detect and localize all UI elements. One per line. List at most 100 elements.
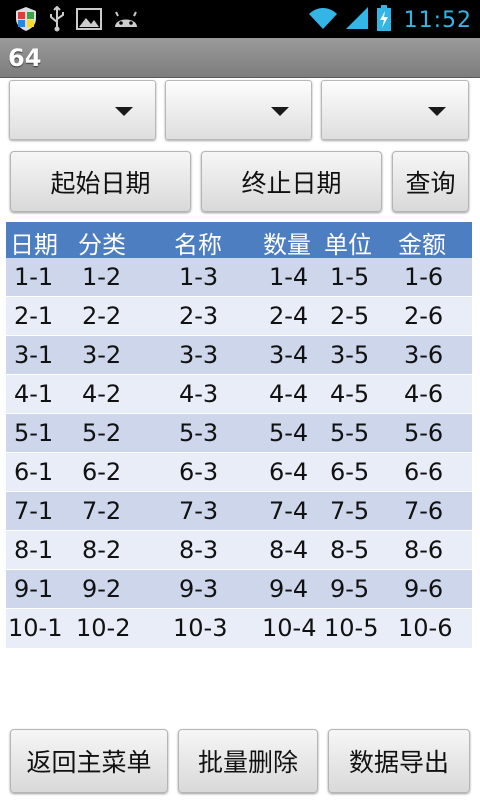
cell-name: 6-3 (179, 458, 219, 486)
cell-name: 8-3 (179, 536, 219, 564)
cell-date: 6-1 (14, 458, 54, 486)
cell-name: 10-3 (173, 614, 228, 642)
cell-name: 3-3 (179, 341, 219, 369)
cell-category: 10-2 (76, 614, 131, 642)
cell-category: 6-2 (82, 458, 122, 486)
cell-category: 9-2 (82, 575, 122, 603)
header-category: 分类 (78, 231, 126, 259)
cell-date: 7-1 (14, 497, 54, 525)
cell-category: 4-2 (82, 380, 122, 408)
cell-category: 3-2 (82, 341, 122, 369)
filter-spinner-1[interactable] (9, 80, 156, 140)
cell-unit: 6-5 (330, 458, 370, 486)
header-unit: 单位 (324, 231, 372, 259)
table-row[interactable]: 4-1 4-2 4-3 4-4 4-5 4-6 (6, 375, 472, 414)
cell-quantity: 2-4 (269, 302, 309, 330)
cell-date: 5-1 (14, 419, 54, 447)
end-date-button[interactable]: 终止日期 (201, 151, 382, 212)
signal-icon (344, 5, 370, 35)
cell-category: 5-2 (82, 419, 122, 447)
filter-spinner-2[interactable] (165, 80, 312, 140)
header-date: 日期 (10, 231, 58, 259)
table-row[interactable]: 3-1 3-2 3-3 3-4 3-5 3-6 (6, 336, 472, 375)
cell-quantity: 4-4 (269, 380, 309, 408)
cell-category: 1-2 (82, 263, 122, 291)
header-quantity: 数量 (263, 231, 311, 259)
cell-date: 3-1 (14, 341, 54, 369)
cell-amount: 9-6 (404, 575, 444, 603)
cell-unit: 4-5 (330, 380, 370, 408)
cell-category: 2-2 (82, 302, 122, 330)
cell-quantity: 8-4 (269, 536, 309, 564)
cell-category: 7-2 (82, 497, 122, 525)
table-row[interactable]: 5-1 5-2 5-3 5-4 5-5 5-6 (6, 414, 472, 453)
cell-name: 1-3 (179, 263, 219, 291)
cell-quantity: 1-4 (269, 263, 309, 291)
cell-quantity: 9-4 (269, 575, 309, 603)
title-bar: 64 (0, 38, 480, 78)
usb-icon (48, 5, 66, 36)
table-row[interactable]: 9-1 9-2 9-3 9-4 9-5 9-6 (6, 570, 472, 609)
cell-name: 5-3 (179, 419, 219, 447)
table-row[interactable]: 1-1 1-2 1-3 1-4 1-5 1-6 (6, 258, 472, 297)
batch-delete-button[interactable]: 批量删除 (178, 729, 318, 793)
cell-quantity: 10-4 (262, 614, 317, 642)
table-header: 日期 分类 名称 数量 单位 金额 (6, 222, 472, 259)
cell-amount: 3-6 (404, 341, 444, 369)
data-table: 日期 分类 名称 数量 单位 金额 1-1 1-2 1-3 1-4 1-5 1-… (6, 222, 472, 648)
table-row[interactable]: 6-1 6-2 6-3 6-4 6-5 6-6 (6, 453, 472, 492)
start-date-button[interactable]: 起始日期 (10, 151, 191, 212)
cell-date: 2-1 (14, 302, 54, 330)
cell-name: 4-3 (179, 380, 219, 408)
android-icon (112, 7, 140, 35)
app-title: 64 (8, 44, 42, 72)
table-row[interactable]: 10-1 10-2 10-3 10-4 10-5 10-6 (6, 609, 472, 648)
cell-name: 2-3 (179, 302, 219, 330)
cell-unit: 10-5 (324, 614, 379, 642)
cell-unit: 1-5 (330, 263, 370, 291)
cell-unit: 9-5 (330, 575, 370, 603)
dropdown-arrow-icon (428, 107, 446, 116)
cell-unit: 7-5 (330, 497, 370, 525)
cell-name: 9-3 (179, 575, 219, 603)
status-bar: 11:52 (0, 0, 480, 38)
filter-spinner-3[interactable] (321, 80, 469, 140)
header-name: 名称 (174, 231, 222, 259)
clock-time: 11:52 (403, 7, 472, 33)
cell-unit: 5-5 (330, 419, 370, 447)
cell-name: 7-3 (179, 497, 219, 525)
dropdown-arrow-icon (115, 107, 133, 116)
cell-date: 1-1 (14, 263, 54, 291)
image-icon (76, 7, 102, 35)
cell-category: 8-2 (82, 536, 122, 564)
cell-date: 4-1 (14, 380, 54, 408)
cell-date: 10-1 (8, 614, 63, 642)
cell-unit: 8-5 (330, 536, 370, 564)
back-to-menu-button[interactable]: 返回主菜单 (10, 729, 168, 793)
cell-date: 8-1 (14, 536, 54, 564)
cell-amount: 6-6 (404, 458, 444, 486)
cell-amount: 2-6 (404, 302, 444, 330)
cell-amount: 1-6 (404, 263, 444, 291)
battery-charging-icon (376, 4, 392, 36)
cell-quantity: 3-4 (269, 341, 309, 369)
cell-unit: 2-5 (330, 302, 370, 330)
cell-amount: 4-6 (404, 380, 444, 408)
shield-icon (14, 6, 38, 36)
table-row[interactable]: 7-1 7-2 7-3 7-4 7-5 7-6 (6, 492, 472, 531)
cell-quantity: 7-4 (269, 497, 309, 525)
cell-amount: 10-6 (398, 614, 453, 642)
cell-amount: 7-6 (404, 497, 444, 525)
dropdown-arrow-icon (271, 107, 289, 116)
export-data-button[interactable]: 数据导出 (328, 729, 470, 793)
cell-quantity: 6-4 (269, 458, 309, 486)
query-button[interactable]: 查询 (392, 151, 469, 212)
cell-amount: 5-6 (404, 419, 444, 447)
cell-amount: 8-6 (404, 536, 444, 564)
header-amount: 金额 (398, 231, 446, 259)
wifi-icon (308, 5, 338, 35)
table-row[interactable]: 8-1 8-2 8-3 8-4 8-5 8-6 (6, 531, 472, 570)
table-row[interactable]: 2-1 2-2 2-3 2-4 2-5 2-6 (6, 297, 472, 336)
cell-quantity: 5-4 (269, 419, 309, 447)
cell-unit: 3-5 (330, 341, 370, 369)
